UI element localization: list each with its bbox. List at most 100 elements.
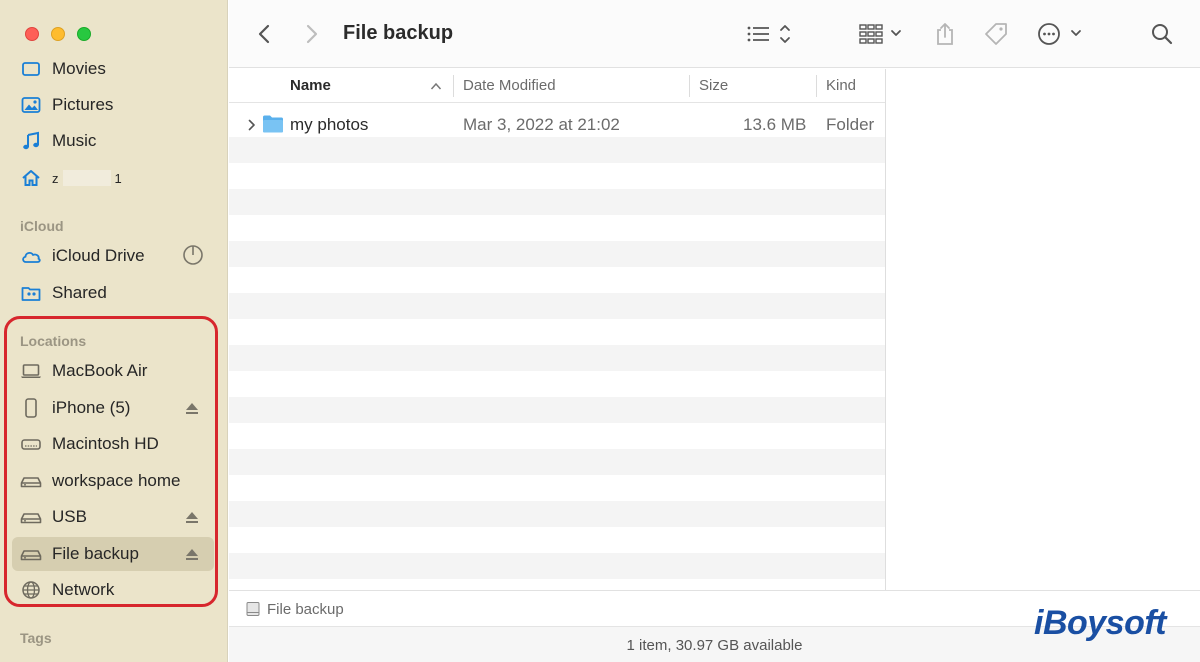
sidebar-item-usb[interactable]: USB [12,500,214,534]
sidebar-item-label: iPhone (5) [52,398,131,417]
share-button[interactable] [929,18,961,50]
sidebar-item-macbook-air[interactable]: MacBook Air [12,354,214,388]
sidebar-header-locations: Locations [20,333,87,349]
sidebar-item-label: Macintosh HD [52,434,159,453]
file-kind: Folder [826,115,875,134]
column-separator[interactable] [689,75,690,97]
sidebar-item-pictures[interactable]: Pictures [12,88,214,122]
external-drive-icon [20,543,42,565]
sidebar-item-iphone[interactable]: iPhone (5) [12,391,214,425]
table-row[interactable]: my photos Mar 3, 2022 at 21:02 13.6 MB F… [229,107,885,143]
drive-icon [246,602,260,616]
internal-drive-icon [20,433,42,455]
share-icon [937,23,953,45]
sidebar-item-home[interactable]: z 1 [12,161,214,195]
eject-icon[interactable] [184,546,200,562]
sidebar-item-network[interactable]: Network [12,573,214,607]
search-button[interactable] [1146,18,1178,50]
sidebar-item-shared[interactable]: Shared [12,276,214,310]
zoom-window-button[interactable] [77,27,91,41]
eject-icon[interactable] [184,400,200,416]
home-icon [20,167,42,189]
column-header-name[interactable]: Name [290,77,331,94]
search-icon [1152,24,1173,45]
minimize-window-button[interactable] [51,27,65,41]
column-separator[interactable] [816,75,817,97]
close-window-button[interactable] [25,27,39,41]
column-headers: Name Date Modified Size Kind [229,69,885,103]
column-header-kind[interactable]: Kind [826,77,856,94]
sort-ascending-icon [430,82,442,90]
column-separator[interactable] [453,75,454,97]
globe-icon [20,579,42,601]
forward-button[interactable] [295,18,327,50]
tag-icon [985,23,1007,45]
sidebar-item-label: Network [52,580,115,599]
sidebar-item-label: workspace home [52,471,181,490]
sidebar-item-label: iCloud Drive [52,246,145,265]
table-row-empty [229,553,885,579]
group-by-button[interactable] [857,18,909,50]
sidebar-header-tags: Tags [20,630,52,646]
sidebar-item-file-backup[interactable]: File backup [12,537,214,571]
window-controls [25,27,91,41]
sidebar-item-label: File backup [52,544,139,563]
table-row-empty [229,189,885,215]
ellipsis-circle-icon [1038,23,1081,45]
sidebar-item-workspace-home[interactable]: workspace home [12,464,214,498]
grid-group-icon [859,24,901,44]
chevron-left-icon [258,24,270,44]
sidebar-item-music[interactable]: Music [12,124,214,158]
external-drive-icon [20,506,42,528]
photo-icon [20,94,42,116]
eject-icon[interactable] [184,509,200,525]
table-row-empty [229,501,885,527]
path-bar-item[interactable]: File backup [267,601,344,618]
preview-pane [885,69,1200,590]
table-row-empty [229,449,885,475]
sidebar-item-label: USB [52,507,87,526]
sidebar-item-macintosh-hd[interactable]: Macintosh HD [12,427,214,461]
chevron-right-icon [306,24,318,44]
window-title: File backup [343,22,454,44]
external-drive-icon [20,470,42,492]
table-row-empty [229,241,885,267]
list-view-icon [747,25,790,43]
back-button[interactable] [249,18,281,50]
laptop-icon [20,360,42,382]
sidebar-item-label: z [52,170,59,186]
file-size: 13.6 MB [743,115,807,134]
iboysoft-watermark: iBoysoft [1034,604,1167,642]
sidebar-item-label-end: 1 [114,170,122,186]
sidebar-item-label: Pictures [52,95,114,114]
sidebar-item-movies[interactable]: Movies [12,52,214,86]
sidebar-item-label: Music [52,131,97,150]
status-text: 1 item, 30.97 GB available [626,637,803,654]
disclosure-triangle-icon[interactable] [247,119,257,131]
iphone-icon [20,397,42,419]
toolbar: File backup [229,0,1200,68]
table-row-empty [229,397,885,423]
sidebar-item-icloud-drive[interactable]: iCloud Drive [12,239,214,273]
sidebar: Movies Pictures Music z 1 iCloud iCloud … [0,0,228,662]
film-icon [20,58,42,80]
folder-icon [263,115,283,133]
sidebar-header-icloud: iCloud [20,218,64,234]
file-date-modified: Mar 3, 2022 at 21:02 [463,115,620,134]
file-name: my photos [290,115,369,134]
sidebar-item-label: Shared [52,283,107,302]
music-note-icon [20,130,42,152]
table-row-empty [229,345,885,371]
file-list: Name Date Modified Size Kind my photos M… [229,69,885,590]
sidebar-item-label: Movies [52,59,106,78]
tag-button[interactable] [980,18,1012,50]
more-actions-button[interactable] [1035,18,1087,50]
sidebar-item-label: MacBook Air [52,361,148,380]
redacted-name [62,170,111,186]
column-header-date[interactable]: Date Modified [463,77,556,94]
shared-folder-icon [20,282,42,304]
view-options-button[interactable] [741,18,797,50]
column-header-size[interactable]: Size [699,77,728,94]
table-row-empty [229,293,885,319]
storage-progress-icon [183,245,203,265]
